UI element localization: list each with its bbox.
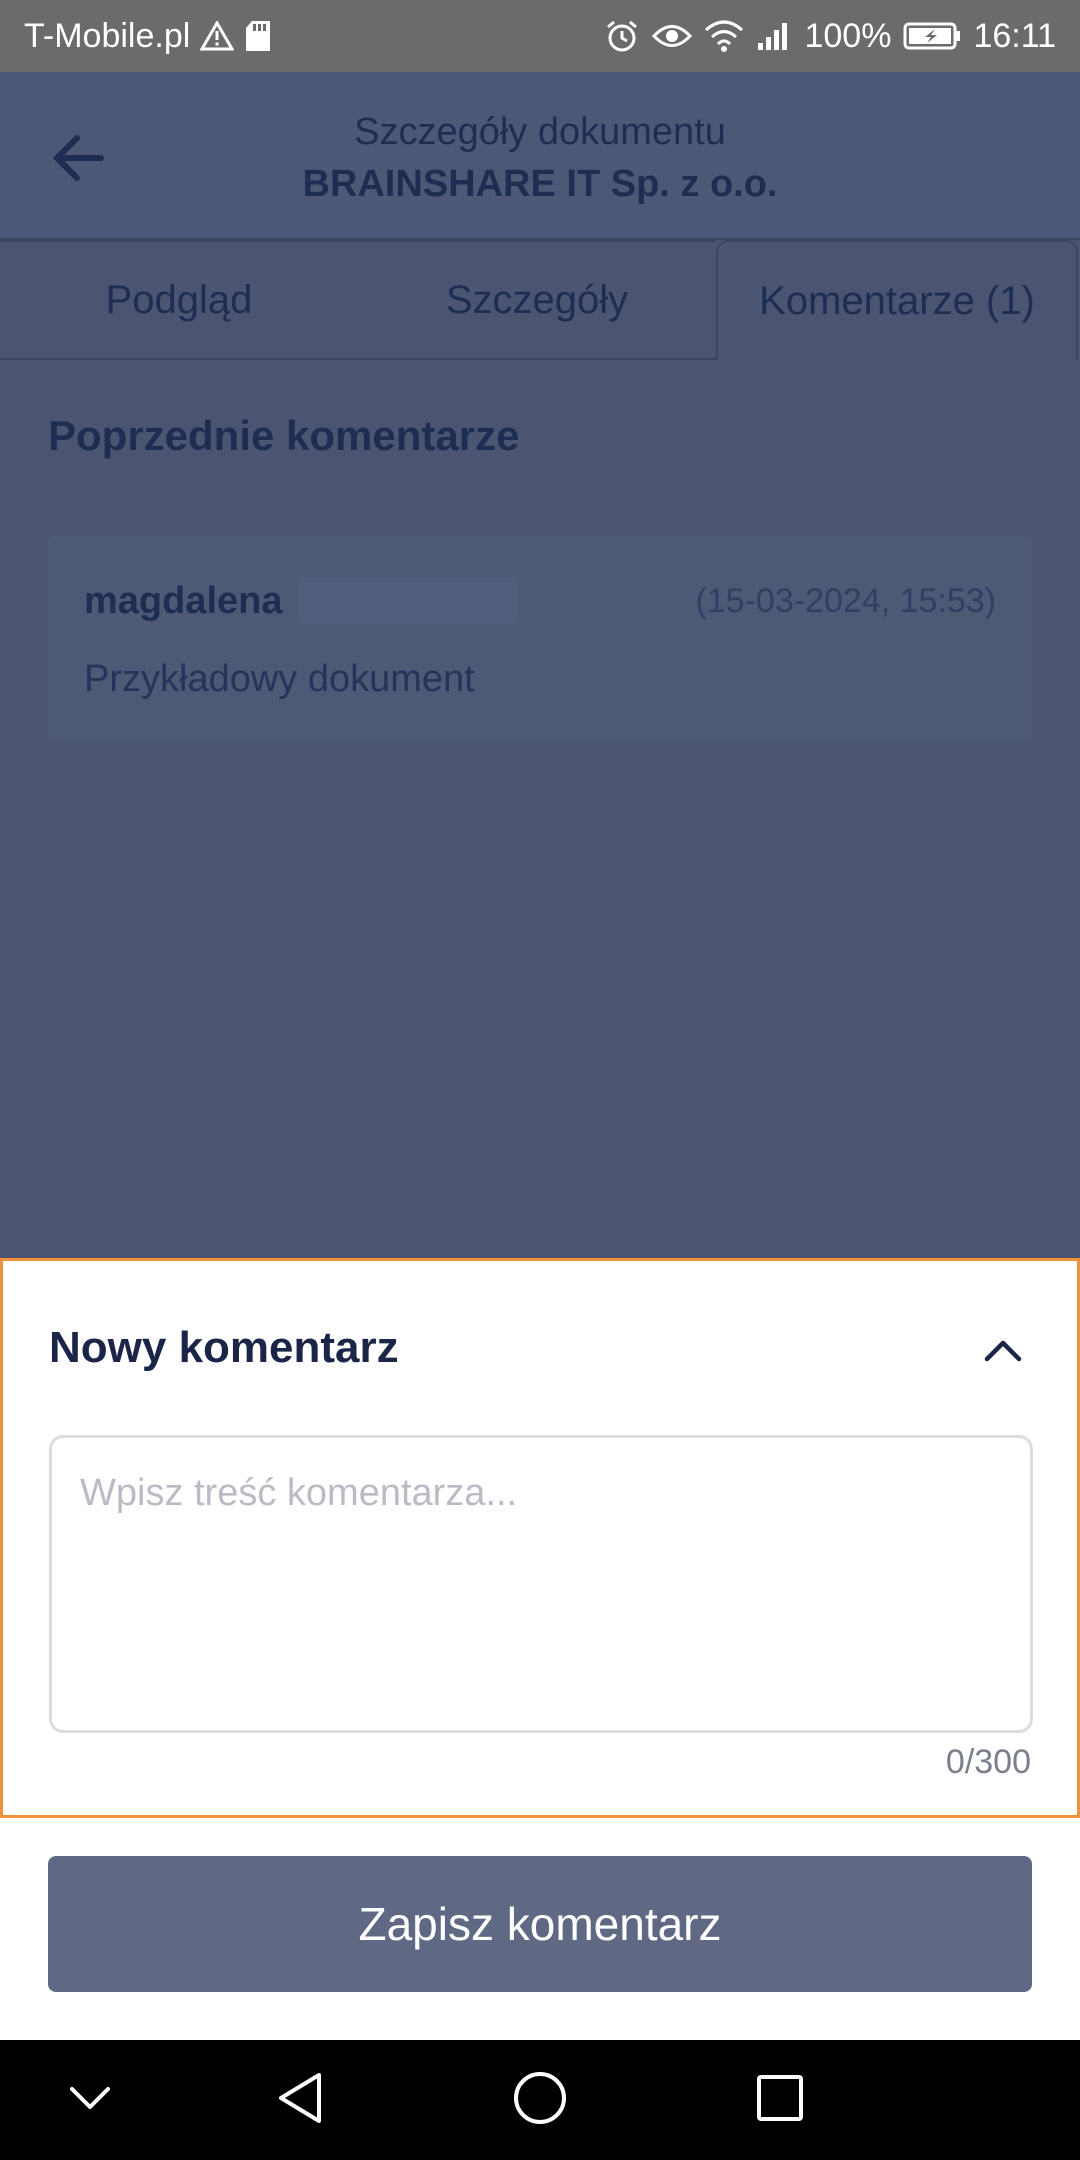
nav-home-button[interactable] (492, 2058, 588, 2142)
redacted-surname (298, 578, 518, 624)
page-title: Szczegóły dokumentu (354, 111, 726, 153)
chevron-down-icon (68, 2085, 112, 2116)
chevron-up-icon (983, 1339, 1023, 1368)
warning-icon (200, 21, 235, 51)
clock: 16:11 (973, 16, 1056, 55)
tab-preview[interactable]: Podgląd (0, 240, 358, 360)
app-content: Szczegóły dokumentu BRAINSHARE IT Sp. z … (0, 72, 1080, 1258)
comment-input[interactable] (49, 1435, 1033, 1733)
home-circle-icon (512, 2070, 568, 2131)
new-comment-heading: Nowy komentarz (49, 1323, 399, 1372)
character-counter: 0/300 (945, 1743, 1031, 1781)
comment-author: magdalena (84, 580, 283, 622)
battery-percent: 100% (804, 16, 892, 55)
new-comment-panel: Nowy komentarz 0/300 (0, 1258, 1080, 1818)
comment-text: Przykładowy dokument (84, 658, 475, 700)
tab-label: Szczegóły (445, 277, 629, 322)
alarm-icon (604, 18, 640, 54)
nav-back-button[interactable] (252, 2058, 348, 2142)
nav-hide-button[interactable] (42, 2058, 138, 2142)
recents-square-icon (755, 2073, 805, 2128)
sd-card-icon (244, 20, 272, 52)
tab-bar: Podgląd Szczegóły Komentarze (1) (0, 240, 1080, 360)
tab-comments[interactable]: Komentarze (1) (716, 240, 1078, 360)
comment-date: (15-03-2024, 15:53) (695, 582, 996, 620)
wifi-icon (704, 20, 744, 52)
previous-comments-heading: Poprzednie komentarze (48, 412, 520, 459)
collapse-button[interactable] (965, 1315, 1041, 1391)
tab-details[interactable]: Szczegóły (358, 240, 716, 360)
nav-recents-button[interactable] (732, 2058, 828, 2142)
company-name: BRAINSHARE IT Sp. z o.o. (302, 163, 778, 205)
status-bar: T-Mobile.pl 100% 16:11 (0, 0, 1080, 72)
arrow-left-icon (51, 134, 105, 187)
save-comment-button[interactable]: Zapisz komentarz (48, 1856, 1032, 1992)
eye-icon (652, 21, 693, 51)
tab-label: Podgląd (105, 277, 253, 322)
app-bar: Szczegóły dokumentu BRAINSHARE IT Sp. z … (0, 72, 1080, 240)
back-button[interactable] (40, 122, 116, 198)
carrier-name: T-Mobile.pl (24, 16, 191, 55)
signal-icon (756, 21, 792, 51)
back-triangle-icon (275, 2071, 325, 2130)
battery-icon (903, 21, 961, 51)
navigation-bar (0, 2040, 1080, 2160)
comment-card: magdalena (15-03-2024, 15:53) Przykładow… (48, 536, 1032, 740)
tab-label: Komentarze (1) (759, 278, 1035, 323)
